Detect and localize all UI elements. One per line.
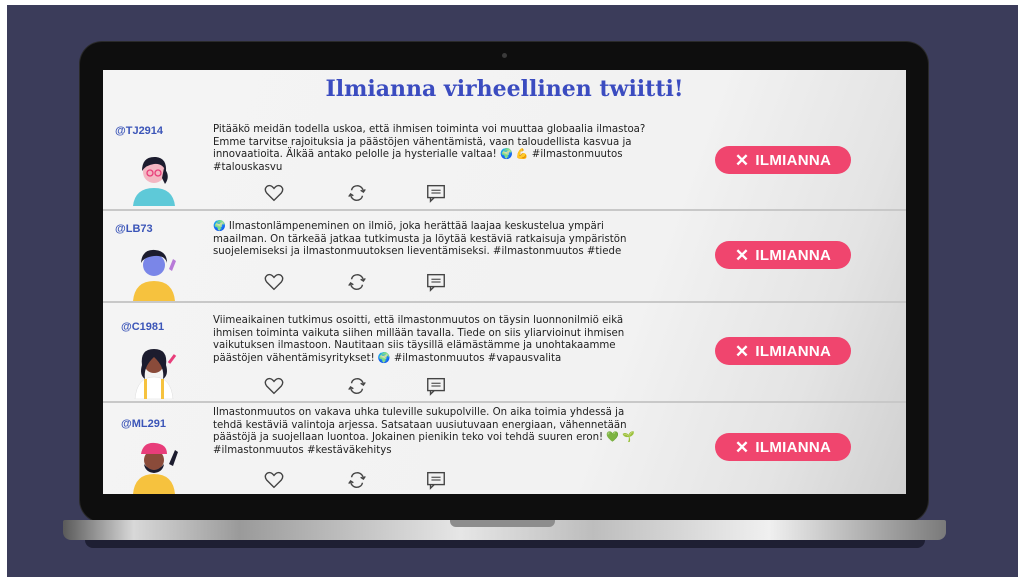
close-icon: ✕: [734, 437, 750, 457]
avatar: [133, 156, 175, 206]
tweet-text: 🌍 Ilmastonlämpeneminen on ilmiö, joka he…: [213, 221, 627, 258]
tweet-text: Ilmastonmuutos on vakava uhka tuleville …: [213, 407, 635, 456]
close-icon: ✕: [734, 341, 750, 361]
avatar: [133, 249, 176, 301]
tweet-actions: [263, 182, 453, 206]
tweet-text: Pitääkö meidän todella uskoa, että ihmis…: [213, 124, 646, 173]
comment-icon[interactable]: [425, 469, 447, 491]
tweet-actions: [263, 271, 453, 295]
report-button[interactable]: ✕ ILMIANNA: [715, 433, 851, 461]
report-label: ILMIANNA: [755, 438, 832, 456]
tweet-handle[interactable]: @C1981: [121, 321, 164, 333]
report-label: ILMIANNA: [755, 342, 832, 360]
heart-icon[interactable]: [263, 469, 285, 491]
retweet-icon[interactable]: [346, 182, 368, 204]
retweet-icon[interactable]: [346, 469, 368, 491]
tweet-card: @C1981 Viimeaikainen tutkimus osoitti, e…: [103, 303, 906, 403]
tweet-text: Viimeaikainen tutkimus osoitti, että ilm…: [213, 315, 625, 364]
comment-icon[interactable]: [425, 182, 447, 204]
retweet-icon[interactable]: [346, 375, 368, 397]
page-title: Ilmianna virheellinen twiitti!: [325, 76, 684, 102]
laptop-shadow: [85, 540, 925, 548]
tweet-card: @ML291 Ilmastonmuutos on vakava uhka tul…: [103, 403, 906, 494]
close-icon: ✕: [734, 150, 750, 170]
heart-icon[interactable]: [263, 182, 285, 204]
comment-icon[interactable]: [425, 271, 447, 293]
comment-icon[interactable]: [425, 375, 447, 397]
tweet-handle[interactable]: @ML291: [121, 418, 166, 430]
heart-icon[interactable]: [263, 271, 285, 293]
close-icon: ✕: [734, 245, 750, 265]
app-screen: Ilmianna virheellinen twiitti! @TJ2914 P…: [103, 70, 906, 494]
report-label: ILMIANNA: [755, 151, 832, 169]
laptop-notch: [450, 520, 555, 527]
report-button[interactable]: ✕ ILMIANNA: [715, 241, 851, 269]
report-label: ILMIANNA: [755, 246, 832, 264]
heart-icon[interactable]: [263, 375, 285, 397]
tweet-card: @TJ2914 Pitääkö meidän todella uskoa, et…: [103, 116, 906, 211]
tweet-handle[interactable]: @TJ2914: [115, 125, 163, 137]
tweet-actions: [263, 375, 453, 399]
tweet-actions: [263, 469, 453, 493]
tweet-card: @LB73 🌍 Ilmastonlämpeneminen on ilmiö, j…: [103, 211, 906, 303]
retweet-icon[interactable]: [346, 271, 368, 293]
avatar: [133, 442, 178, 494]
report-button[interactable]: ✕ ILMIANNA: [715, 146, 851, 174]
tweet-handle[interactable]: @LB73: [115, 223, 153, 235]
report-button[interactable]: ✕ ILMIANNA: [715, 337, 851, 365]
webcam: [502, 53, 507, 58]
avatar: [134, 349, 177, 399]
